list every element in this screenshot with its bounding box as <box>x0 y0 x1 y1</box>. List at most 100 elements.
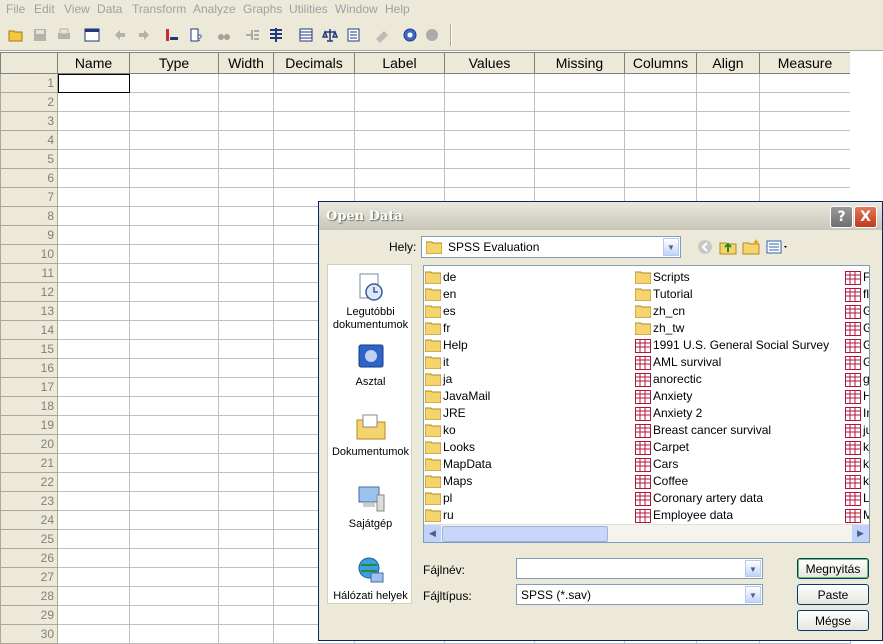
chevron-down-icon[interactable]: ▼ <box>745 560 761 577</box>
grid-cell[interactable] <box>129 263 219 283</box>
file-item[interactable]: Fa <box>845 269 869 286</box>
up-folder-icon[interactable] <box>719 238 737 256</box>
row-number[interactable]: 22 <box>0 472 58 492</box>
row-number[interactable]: 20 <box>0 434 58 454</box>
menu-edit[interactable]: Edit <box>34 2 55 16</box>
grid-cell[interactable] <box>129 320 219 340</box>
grid-cell[interactable] <box>57 149 130 169</box>
grid-cell[interactable] <box>218 301 274 321</box>
grid-cell[interactable] <box>624 168 697 188</box>
cancel-button[interactable]: Mégse <box>797 610 869 631</box>
places-computer[interactable]: Sajátgép <box>328 483 413 531</box>
grid-cell[interactable] <box>696 111 760 131</box>
insert-variable-icon[interactable] <box>268 27 284 43</box>
folder-item[interactable]: ko <box>425 422 492 439</box>
grid-cell[interactable] <box>759 73 851 93</box>
menu-data[interactable]: Data <box>97 2 122 16</box>
column-header-width[interactable]: Width <box>218 52 274 74</box>
grid-cell[interactable] <box>444 149 535 169</box>
menu-analyze[interactable]: Analyze <box>193 2 236 16</box>
row-number[interactable]: 14 <box>0 320 58 340</box>
back-icon[interactable] <box>697 239 713 255</box>
file-item[interactable]: Gu <box>845 320 869 337</box>
print-icon[interactable] <box>56 27 72 43</box>
grid-cell[interactable] <box>273 168 355 188</box>
scroll-right-icon[interactable]: ▶ <box>852 525 869 542</box>
row-number[interactable]: 29 <box>0 605 58 625</box>
scroll-thumb[interactable] <box>442 526 608 542</box>
grid-cell[interactable] <box>759 111 851 131</box>
grid-cell[interactable] <box>624 111 697 131</box>
save-icon[interactable] <box>32 27 48 43</box>
grid-cell[interactable] <box>218 111 274 131</box>
new-folder-icon[interactable] <box>742 238 760 256</box>
grid-cell[interactable] <box>129 92 219 112</box>
row-number[interactable]: 16 <box>0 358 58 378</box>
grid-cell[interactable] <box>129 282 219 302</box>
filetype-dropdown[interactable]: SPSS (*.sav) ▼ <box>516 584 763 605</box>
grid-cell[interactable] <box>218 149 274 169</box>
grid-cell[interactable] <box>129 358 219 378</box>
grid-cell[interactable] <box>218 282 274 302</box>
file-item[interactable]: kir <box>845 473 869 490</box>
grid-cell[interactable] <box>57 92 130 112</box>
grid-cell[interactable] <box>624 73 697 93</box>
grid-cell[interactable] <box>57 73 130 93</box>
grid-cell[interactable] <box>57 605 130 625</box>
row-number[interactable]: 2 <box>0 92 58 112</box>
grid-cell[interactable] <box>57 320 130 340</box>
grid-cell[interactable] <box>218 415 274 435</box>
grid-cell[interactable] <box>759 92 851 112</box>
grid-cell[interactable] <box>129 206 219 226</box>
folder-item[interactable]: pl <box>425 490 492 507</box>
corner-cell[interactable] <box>0 52 58 74</box>
grid-cell[interactable] <box>218 567 274 587</box>
column-header-decimals[interactable]: Decimals <box>273 52 355 74</box>
folder-item[interactable]: ru <box>425 507 492 524</box>
row-number[interactable]: 5 <box>0 149 58 169</box>
folder-item[interactable]: zh_cn <box>635 303 829 320</box>
open-folder-icon[interactable] <box>8 27 24 43</box>
insert-cases-icon[interactable] <box>244 27 260 43</box>
grid-cell[interactable] <box>218 548 274 568</box>
row-number[interactable]: 21 <box>0 453 58 473</box>
menu-utilities[interactable]: Utilities <box>289 2 328 16</box>
row-number[interactable]: 4 <box>0 130 58 150</box>
grid-cell[interactable] <box>444 168 535 188</box>
column-header-type[interactable]: Type <box>129 52 219 74</box>
menu-file[interactable]: File <box>6 2 25 16</box>
grid-cell[interactable] <box>57 358 130 378</box>
file-item[interactable]: Cars <box>635 456 829 473</box>
split-file-icon[interactable] <box>298 27 314 43</box>
grid-cell[interactable] <box>129 73 219 93</box>
row-number[interactable]: 15 <box>0 339 58 359</box>
file-item[interactable]: M <box>845 507 869 524</box>
grid-cell[interactable] <box>218 358 274 378</box>
places-recent[interactable]: Legutóbbi dokumentumok <box>328 271 413 332</box>
row-number[interactable]: 13 <box>0 301 58 321</box>
row-number[interactable]: 1 <box>0 73 58 93</box>
grid-cell[interactable] <box>129 453 219 473</box>
row-number[interactable]: 6 <box>0 168 58 188</box>
undo-icon[interactable] <box>112 27 128 43</box>
grid-cell[interactable] <box>534 168 625 188</box>
row-number[interactable]: 30 <box>0 624 58 644</box>
file-item[interactable]: Carpet <box>635 439 829 456</box>
row-number[interactable]: 24 <box>0 510 58 530</box>
folder-item[interactable]: Help <box>425 337 492 354</box>
folder-item[interactable]: MapData <box>425 456 492 473</box>
grid-cell[interactable] <box>129 548 219 568</box>
grid-cell[interactable] <box>696 168 760 188</box>
close-button[interactable]: X <box>854 206 877 228</box>
grid-cell[interactable] <box>759 130 851 150</box>
row-number[interactable]: 28 <box>0 586 58 606</box>
grid-cell[interactable] <box>57 434 130 454</box>
grid-cell[interactable] <box>273 73 355 93</box>
value-labels-icon[interactable] <box>374 27 390 43</box>
file-item[interactable]: flu <box>845 286 869 303</box>
grid-cell[interactable] <box>129 586 219 606</box>
grid-cell[interactable] <box>129 396 219 416</box>
grid-cell[interactable] <box>624 92 697 112</box>
row-number[interactable]: 26 <box>0 548 58 568</box>
file-item[interactable]: Coronary artery data <box>635 490 829 507</box>
